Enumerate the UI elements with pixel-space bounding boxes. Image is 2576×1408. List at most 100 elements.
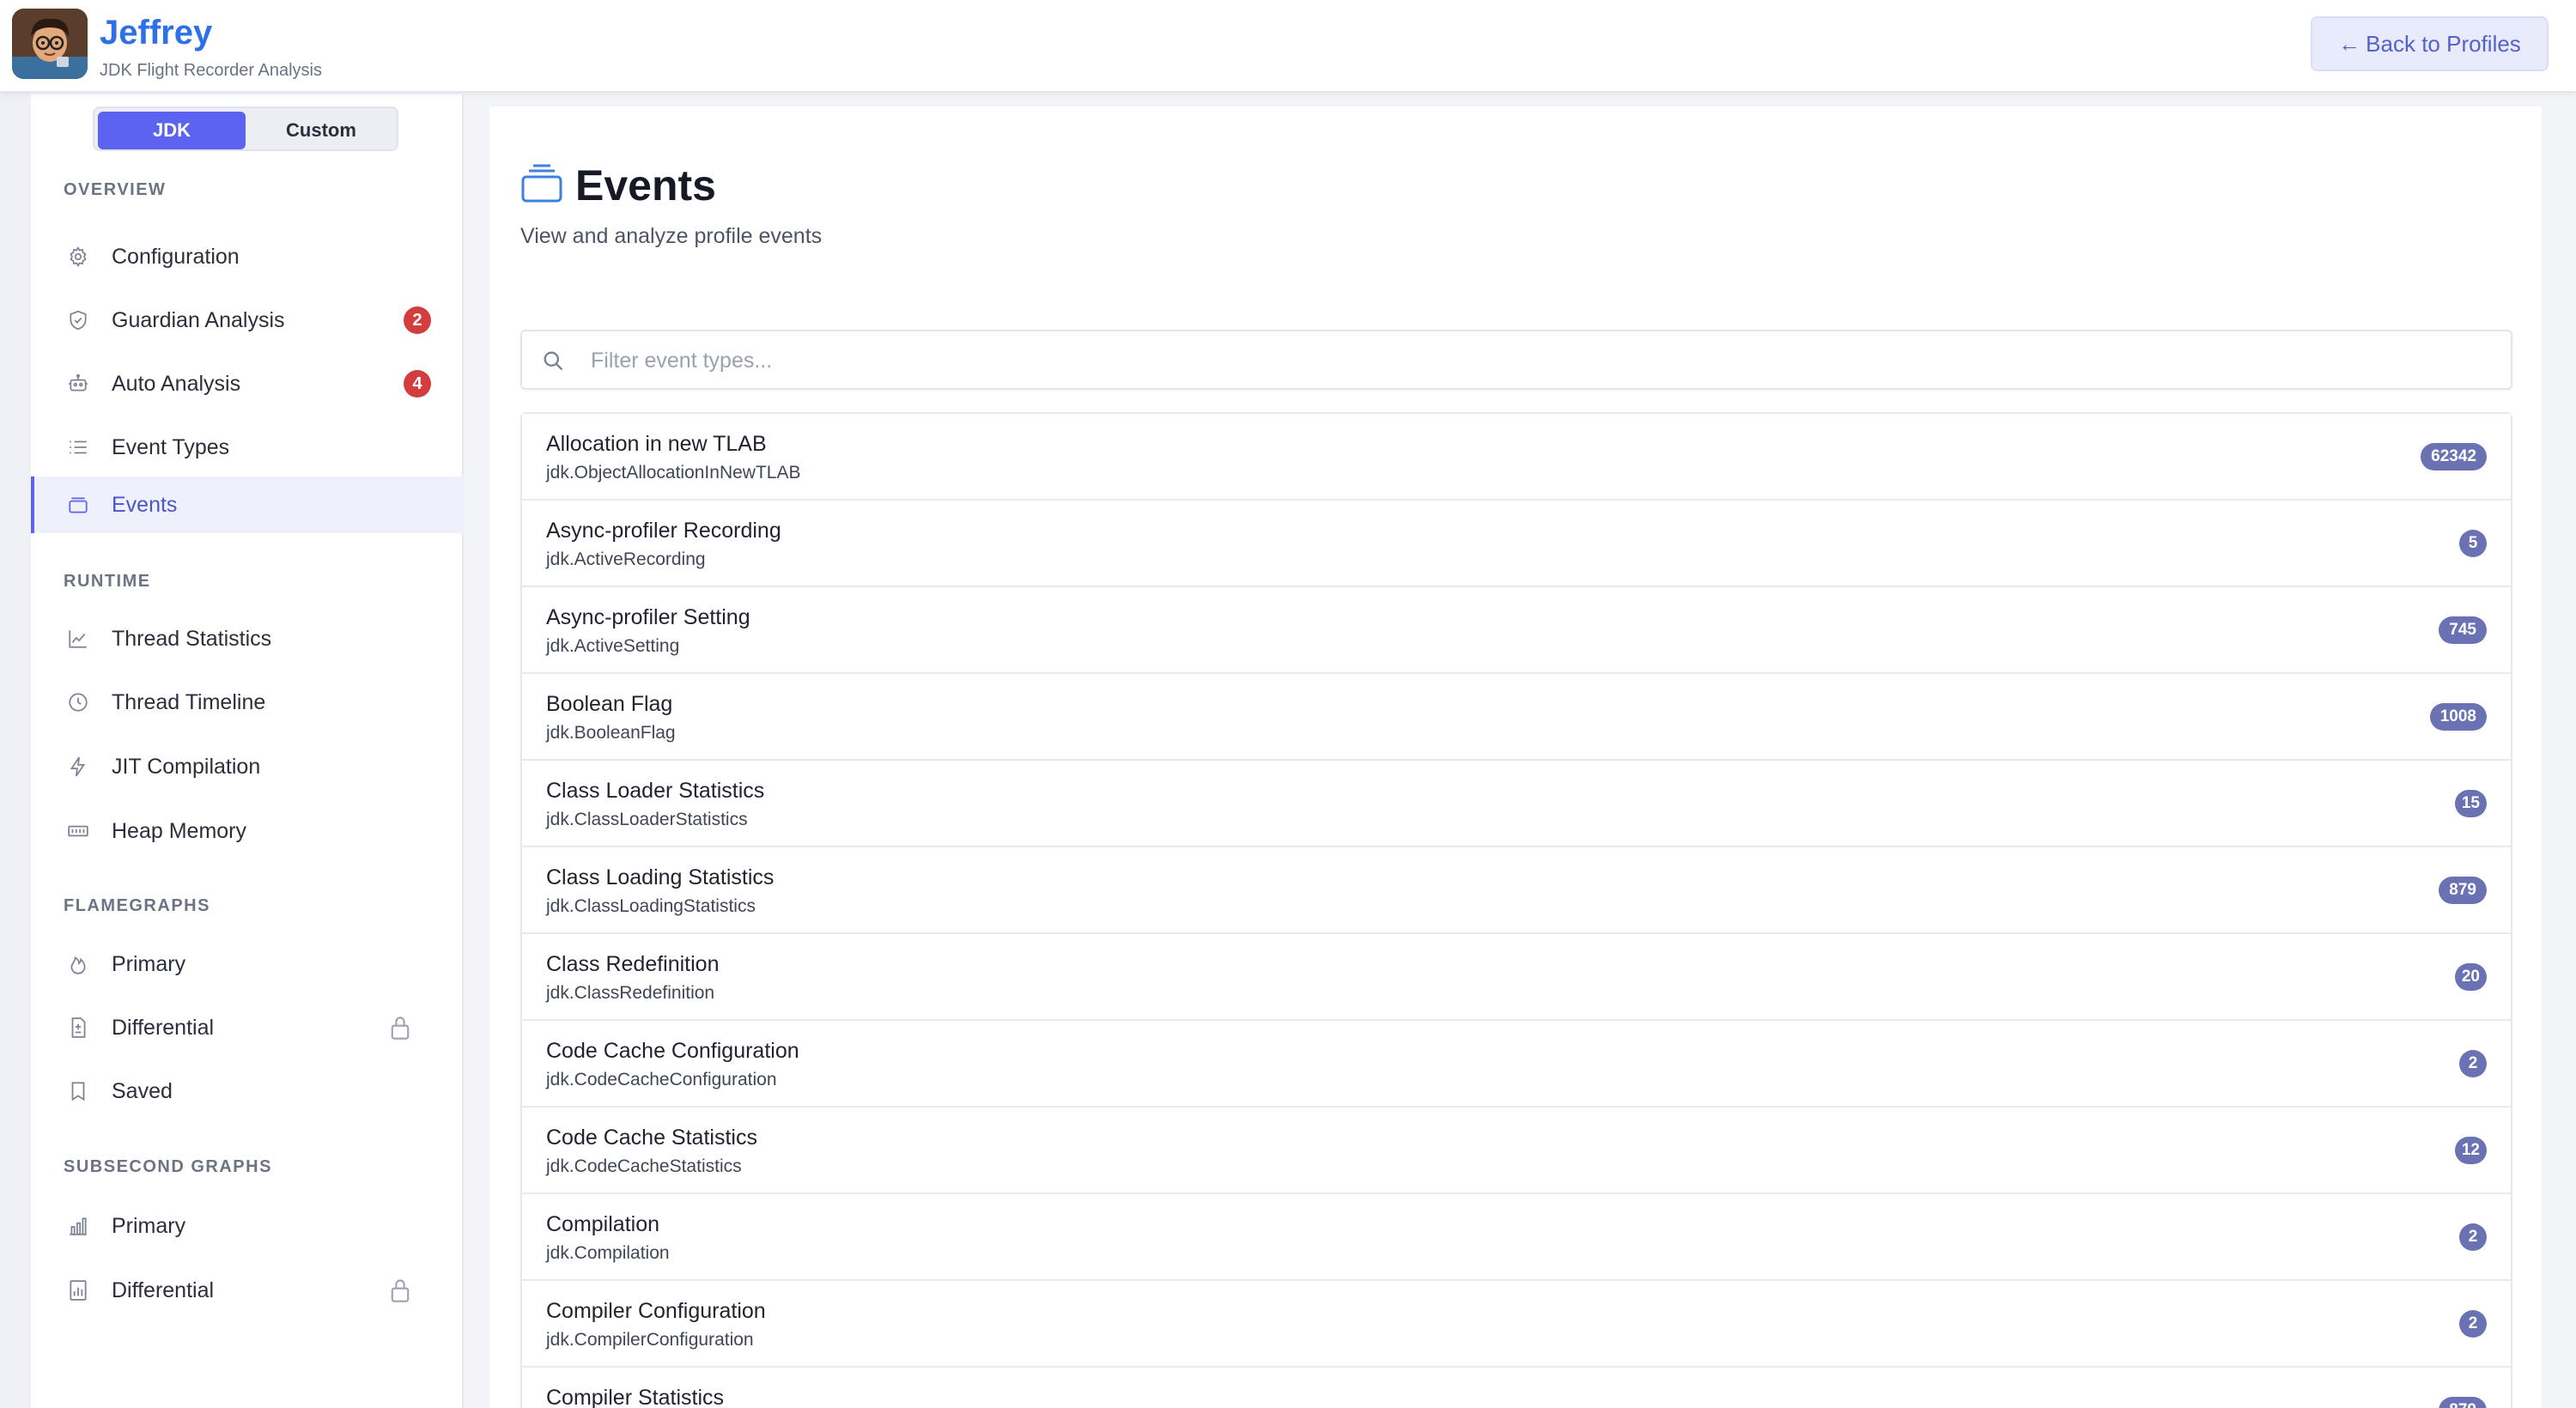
event-filter-input[interactable]: [591, 342, 2480, 379]
event-filter-box: [520, 330, 2512, 390]
event-list: Allocation in new TLAB jdk.ObjectAllocati…: [520, 412, 2512, 1408]
event-row[interactable]: Code Cache Configuration jdk.CodeCacheCon…: [522, 1021, 2511, 1108]
tray-icon: [520, 163, 563, 204]
event-id: jdk.CodeCacheConfiguration: [546, 1070, 777, 1089]
robot-icon: [67, 373, 89, 395]
app-subtitle: JDK Flight Recorder Analysis: [100, 61, 322, 80]
sidebar-item-label: Differential: [112, 1016, 215, 1040]
sidebar-item-flamegraph-primary[interactable]: Primary: [31, 936, 464, 992]
event-id: jdk.ClassLoaderStatistics: [546, 810, 748, 829]
section-flamegraphs: FLAMEGRAPHS: [64, 896, 210, 915]
arrow-left-icon: ←: [2338, 31, 2361, 57]
event-id: jdk.CompilerConfiguration: [546, 1330, 754, 1350]
sidebar-item-label: Thread Statistics: [112, 627, 272, 651]
event-row[interactable]: Class Loading Statistics jdk.ClassLoading…: [522, 847, 2511, 934]
sidebar: JDK Custom OVERVIEW Configuration Guardi…: [31, 94, 464, 1408]
lightning-icon: [67, 756, 89, 778]
sidebar-item-configuration[interactable]: Configuration: [31, 228, 464, 285]
event-row[interactable]: Async-profiler Recording jdk.ActiveRecord…: [522, 501, 2511, 587]
sidebar-item-thread-timeline[interactable]: Thread Timeline: [31, 674, 464, 731]
event-row[interactable]: Compiler Configuration jdk.CompilerConfig…: [522, 1281, 2511, 1368]
sidebar-item-heap-memory[interactable]: Heap Memory: [31, 803, 464, 859]
sidebar-item-label: JIT Compilation: [112, 755, 261, 779]
sidebar-item-label: Primary: [112, 952, 186, 976]
event-name: Class Redefinition: [546, 952, 720, 976]
toggle-custom[interactable]: Custom: [247, 112, 395, 149]
list-icon: [67, 436, 89, 458]
app-header: Jeffrey JDK Flight Recorder Analysis ← Ba…: [0, 0, 2576, 93]
sidebar-item-subsecond-differential[interactable]: Differential: [31, 1262, 464, 1319]
event-count-badge: 15: [2454, 790, 2487, 817]
event-id: jdk.CodeCacheStatistics: [546, 1156, 742, 1176]
event-count-badge: 2: [2459, 1050, 2487, 1077]
event-count-badge: 20: [2454, 963, 2487, 991]
sidebar-item-flamegraph-saved[interactable]: Saved: [31, 1063, 464, 1120]
line-chart-icon: [67, 628, 89, 650]
event-name: Async-profiler Setting: [546, 605, 750, 629]
fire-icon: [67, 953, 89, 975]
event-row[interactable]: Compiler Statistics 879: [522, 1368, 2511, 1408]
clock-icon: [67, 691, 89, 713]
back-to-profiles-button[interactable]: ← Back to Profiles: [2311, 16, 2549, 71]
event-id: jdk.ObjectAllocationInNewTLAB: [546, 463, 801, 482]
sidebar-item-label: Guardian Analysis: [112, 308, 285, 332]
auto-analysis-count-badge: 4: [404, 370, 431, 398]
event-name: Compiler Statistics: [546, 1386, 724, 1408]
app-name: Jeffrey: [100, 14, 213, 52]
sidebar-item-auto-analysis[interactable]: Auto Analysis 4: [31, 355, 464, 412]
shield-icon: [67, 309, 89, 331]
event-id: jdk.ActiveRecording: [546, 549, 706, 569]
event-row[interactable]: Class Redefinition jdk.ClassRedefinition 2…: [522, 934, 2511, 1021]
event-row[interactable]: Compilation jdk.Compilation 2: [522, 1194, 2511, 1281]
sidebar-item-label: Primary: [112, 1214, 186, 1238]
event-name: Class Loading Statistics: [546, 865, 775, 889]
toggle-jdk[interactable]: JDK: [98, 112, 246, 149]
event-row[interactable]: Boolean Flag jdk.BooleanFlag 1008: [522, 674, 2511, 761]
sidebar-item-label: Differential: [112, 1278, 215, 1302]
main-content: Events View and analyze profile events A…: [489, 106, 2542, 1408]
lock-icon: [388, 1278, 412, 1303]
sidebar-item-jit-compilation[interactable]: JIT Compilation: [31, 738, 464, 795]
event-count-badge: 1008: [2429, 703, 2487, 731]
sidebar-item-label: Thread Timeline: [112, 690, 266, 714]
app-logo: [12, 9, 88, 79]
sidebar-item-guardian-analysis[interactable]: Guardian Analysis 2: [31, 292, 464, 349]
event-count-badge: 879: [2439, 1397, 2487, 1408]
event-name: Compiler Configuration: [546, 1299, 766, 1323]
event-count-badge: 745: [2439, 616, 2487, 644]
bar-chart-icon: [67, 1215, 89, 1237]
page-title: Events: [575, 161, 716, 209]
event-name: Allocation in new TLAB: [546, 432, 767, 456]
event-count-badge: 2: [2459, 1310, 2487, 1338]
event-name: Class Loader Statistics: [546, 779, 765, 803]
sidebar-item-flamegraph-differential[interactable]: Differential: [31, 999, 464, 1056]
event-count-badge: 62342: [2421, 443, 2487, 470]
sidebar-item-events[interactable]: Events: [31, 476, 464, 533]
event-row[interactable]: Allocation in new TLAB jdk.ObjectAllocati…: [522, 414, 2511, 501]
event-row[interactable]: Async-profiler Setting jdk.ActiveSetting 7…: [522, 587, 2511, 674]
bookmark-icon: [67, 1080, 89, 1102]
sidebar-item-thread-statistics[interactable]: Thread Statistics: [31, 610, 464, 667]
event-row[interactable]: Code Cache Statistics jdk.CodeCacheStatis…: [522, 1108, 2511, 1194]
event-name: Compilation: [546, 1212, 660, 1236]
diff-file-icon: [67, 1017, 89, 1039]
window-edge: [0, 93, 31, 1408]
section-overview: OVERVIEW: [64, 180, 167, 199]
sidebar-item-label: Configuration: [112, 245, 240, 269]
event-count-badge: 12: [2454, 1137, 2487, 1164]
event-count-badge: 5: [2459, 530, 2487, 557]
gear-icon: [67, 246, 89, 268]
event-name: Boolean Flag: [546, 692, 673, 716]
back-button-label: Back to Profiles: [2366, 31, 2521, 57]
section-runtime: RUNTIME: [64, 572, 151, 591]
event-row[interactable]: Class Loader Statistics jdk.ClassLoaderSt…: [522, 761, 2511, 847]
memory-icon: [67, 820, 89, 842]
tray-icon: [67, 494, 89, 516]
sidebar-item-label: Event Types: [112, 435, 230, 459]
guardian-count-badge: 2: [404, 306, 431, 334]
sidebar-item-subsecond-primary[interactable]: Primary: [31, 1198, 464, 1254]
page-subtitle: View and analyze profile events: [520, 224, 823, 248]
sidebar-item-event-types[interactable]: Event Types: [31, 419, 464, 476]
event-id: jdk.Compilation: [546, 1243, 670, 1263]
event-name: Async-profiler Recording: [546, 519, 781, 543]
